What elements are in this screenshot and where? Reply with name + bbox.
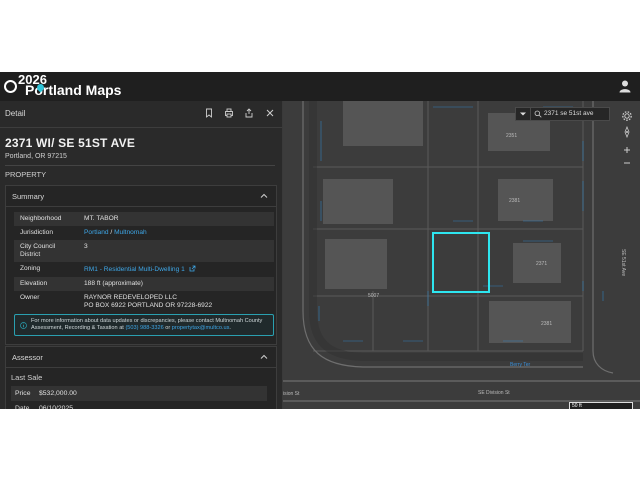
- info-end: .: [229, 325, 231, 331]
- caret-down-icon: [520, 112, 526, 116]
- bookmark-icon[interactable]: [204, 108, 214, 118]
- owner-address: PO BOX 6922 PORTLAND OR 97228-6922: [84, 302, 213, 309]
- map-view[interactable]: 2351 2381 2371 5007 2381 ision St SE Div…: [283, 101, 640, 409]
- print-icon[interactable]: [224, 108, 234, 118]
- info-notice: For more information about data updates …: [14, 314, 274, 336]
- table-row: Jurisdiction Portland / Multnomah: [14, 226, 274, 240]
- row-value: 3: [84, 243, 88, 250]
- scale-bar: 50 ft: [569, 402, 633, 409]
- divider: [5, 165, 275, 166]
- zoom-out-icon[interactable]: [621, 157, 633, 169]
- top-margin: [0, 0, 640, 72]
- search-dropdown[interactable]: [516, 108, 531, 120]
- table-row: Date 06/10/2025: [11, 401, 267, 409]
- price-value: $532,000.00: [39, 390, 77, 397]
- email-link[interactable]: propertytax@multco.us: [172, 325, 230, 331]
- date-value: 06/10/2025: [39, 405, 74, 409]
- zoom-in-icon[interactable]: [621, 144, 633, 156]
- council-district-link[interactable]: City Council District: [14, 240, 82, 262]
- info-text: For more information about data updates …: [31, 318, 269, 332]
- building: [343, 101, 423, 146]
- row-value: RM1 - Residential Multi-Dwelling 1: [82, 262, 274, 277]
- assessor-header[interactable]: Assessor: [6, 347, 276, 368]
- map-search[interactable]: 2371 se 51st ave: [515, 107, 610, 121]
- date-key: Date: [15, 405, 30, 409]
- bottom-margin: [0, 409, 640, 480]
- chevron-up-icon[interactable]: [260, 192, 268, 200]
- portland-maps-logo[interactable]: 2026 Portland Maps: [4, 72, 121, 99]
- panel-title: Detail: [5, 109, 26, 118]
- gear-icon[interactable]: [621, 110, 633, 122]
- info-icon: [20, 322, 27, 329]
- jurisdiction-link-multnomah[interactable]: Multnomah: [114, 229, 147, 236]
- parcel-label: 5007: [368, 293, 380, 299]
- price-key: Price: [15, 390, 31, 397]
- table-row: Zoning RM1 - Residential Multi-Dwelling …: [14, 262, 274, 277]
- share-icon[interactable]: [244, 108, 254, 118]
- building: [498, 179, 553, 221]
- row-key: Neighborhood: [20, 215, 62, 222]
- parcel-label: 2371: [536, 261, 548, 267]
- parcel-label: 2381: [541, 321, 553, 327]
- logo-circle-icon: [4, 79, 17, 93]
- panel-header: Detail: [0, 101, 282, 128]
- chevron-up-icon[interactable]: [260, 353, 268, 361]
- phone-link[interactable]: (503) 988-3326: [125, 325, 163, 331]
- assessor-heading: Assessor: [12, 353, 43, 362]
- search-input[interactable]: 2371 se 51st ave: [544, 110, 594, 117]
- zoning-link[interactable]: Zoning: [14, 262, 82, 277]
- street-label: SE 51st Ave: [620, 249, 626, 277]
- parcel-label: 2351: [506, 133, 518, 139]
- table-row: City Council District 3: [14, 240, 274, 262]
- building: [323, 179, 393, 224]
- search-icon[interactable]: [534, 110, 542, 118]
- row-value: 188 ft (approximate): [84, 280, 144, 287]
- locate-icon[interactable]: [621, 126, 633, 138]
- building: [325, 239, 387, 289]
- table-row: Price $532,000.00: [11, 386, 267, 401]
- property-city: Portland, OR 97215: [5, 153, 67, 160]
- parcel-label: 2381: [509, 198, 521, 204]
- table-row: Neighborhood MT. TABOR: [14, 212, 274, 226]
- map-canvas[interactable]: [283, 101, 640, 409]
- zoning-value-link[interactable]: RM1 - Residential Multi-Dwelling 1: [84, 266, 185, 273]
- street-label: SE Division St: [478, 390, 510, 396]
- summary-card: Summary Neighborhood MT. TABOR Jurisdict…: [5, 185, 277, 345]
- detail-panel: Detail 2371 WI/ SE 51ST AVE Portland, OR…: [0, 101, 283, 409]
- jurisdiction-link-portland[interactable]: Portland: [84, 229, 109, 236]
- building: [489, 301, 571, 343]
- summary-heading: Summary: [12, 192, 45, 201]
- property-address: 2371 WI/ SE 51ST AVE: [5, 136, 136, 150]
- external-link-icon[interactable]: [189, 265, 196, 272]
- info-or: or: [163, 325, 172, 331]
- street-label: ision St: [283, 391, 300, 397]
- row-key: Jurisdiction: [20, 229, 53, 236]
- table-row: Elevation 188 ft (approximate): [14, 277, 274, 291]
- elevation-link[interactable]: Elevation: [14, 277, 82, 291]
- owner-value: RAYNOR REDEVELOPED LLC PO BOX 6922 PORTL…: [82, 291, 274, 313]
- property-section-label: PROPERTY: [5, 170, 47, 179]
- last-sale-label: Last Sale: [11, 373, 43, 382]
- owner-name: RAYNOR REDEVELOPED LLC: [84, 294, 177, 301]
- summary-table: Neighborhood MT. TABOR Jurisdiction Port…: [14, 212, 274, 313]
- user-icon[interactable]: [618, 79, 632, 93]
- close-icon[interactable]: [265, 108, 275, 118]
- row-key: Owner: [20, 294, 40, 301]
- scale-label: 50 ft: [572, 403, 582, 409]
- neighborhood-link[interactable]: MT. TABOR: [82, 212, 274, 226]
- table-row: Owner RAYNOR REDEVELOPED LLC PO BOX 6922…: [14, 291, 274, 313]
- street-label: Berry Ter: [510, 362, 531, 368]
- app-header: 2026 Portland Maps: [0, 72, 640, 102]
- summary-header[interactable]: Summary: [6, 186, 276, 207]
- row-value: Portland / Multnomah: [82, 226, 274, 240]
